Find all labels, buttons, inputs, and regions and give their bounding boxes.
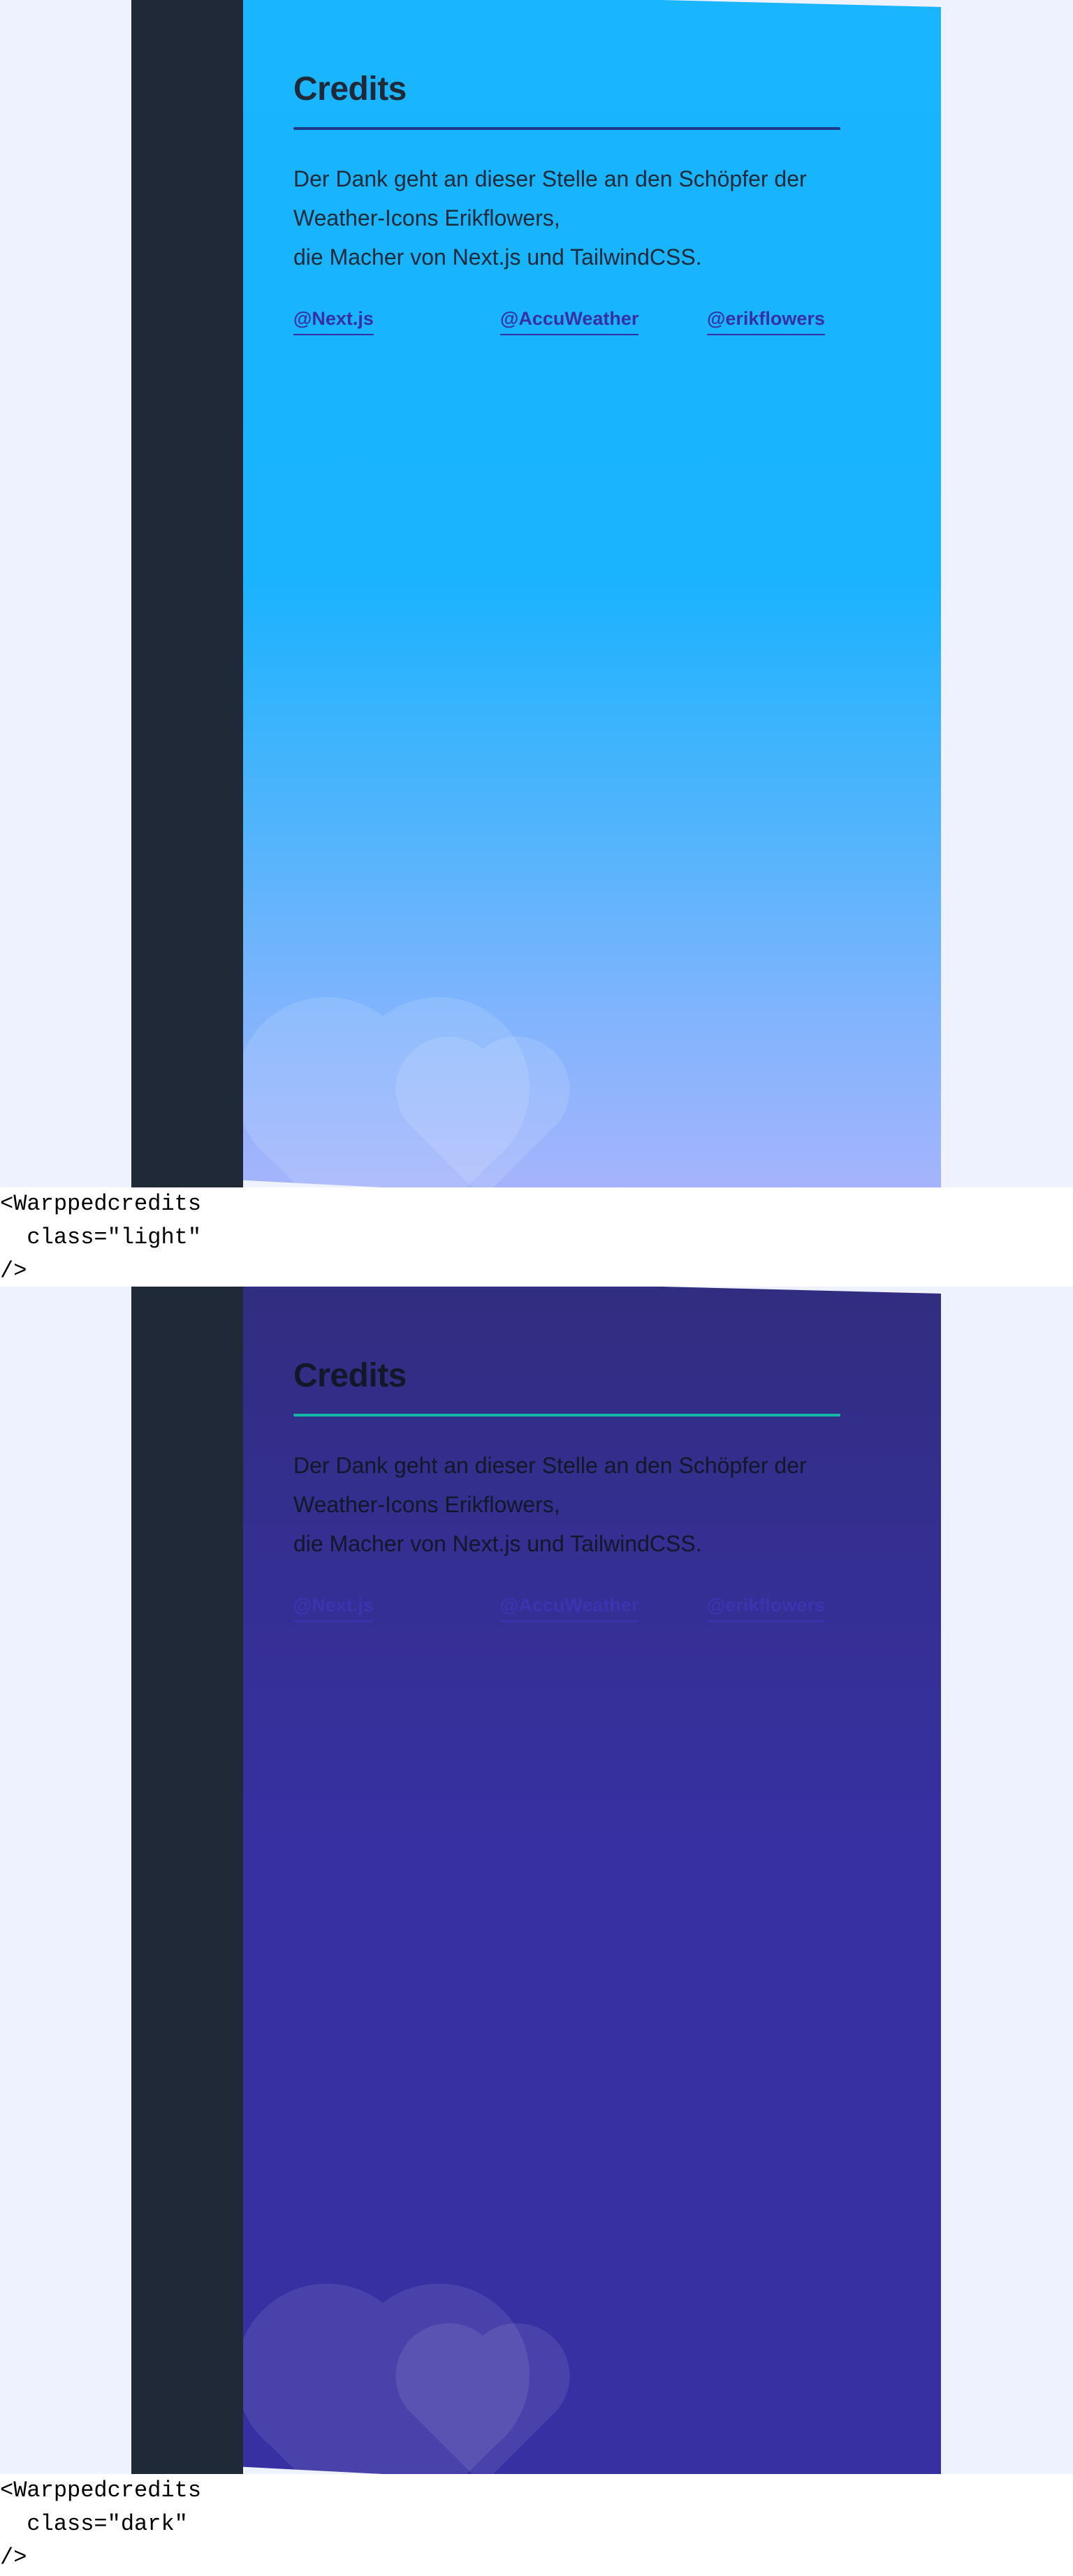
credits-title: Credits (293, 1357, 407, 1394)
link-erikflowers[interactable]: @erikflowers (707, 305, 825, 335)
code-snippet-dark: <Warppedcredits class="dark" /> (0, 2474, 1073, 2573)
credits-card: Credits Der Dank geht an dieser Stelle a… (243, 1287, 941, 2474)
link-nextjs[interactable]: @Next.js (293, 305, 374, 335)
code-line: class="dark" (0, 2511, 188, 2537)
credits-title: Credits (293, 71, 407, 108)
code-line: /> (0, 2545, 27, 2570)
credits-links: @Next.js @AccuWeather @erikflowers (293, 305, 840, 338)
credits-preview-light: Credits Der Dank geht an dieser Stelle a… (0, 0, 1073, 1187)
credits-content: Credits Der Dank geht an dieser Stelle a… (293, 67, 840, 338)
link-erikflowers[interactable]: @erikflowers (707, 1591, 825, 1622)
link-nextjs[interactable]: @Next.js (293, 1591, 374, 1622)
credits-text-line: Weather-Icons Erikflowers, (293, 205, 560, 230)
credits-text: Der Dank geht an dieser Stelle an den Sc… (293, 1446, 840, 1563)
sidebar-strip (131, 0, 243, 1187)
credits-card: Credits Der Dank geht an dieser Stelle a… (243, 0, 941, 1187)
hearts-decoration (243, 2283, 570, 2474)
code-line: <Warppedcredits (0, 1191, 202, 1217)
credits-text-line: Der Dank geht an dieser Stelle an den Sc… (293, 1453, 807, 1478)
link-accuweather[interactable]: @AccuWeather (500, 1591, 639, 1622)
credits-text: Der Dank geht an dieser Stelle an den Sc… (293, 159, 840, 277)
hearts-decoration (243, 997, 570, 1187)
sidebar-strip (131, 1287, 243, 2474)
title-divider (293, 1414, 840, 1417)
code-line: <Warppedcredits (0, 2478, 202, 2503)
credits-text-line: Weather-Icons Erikflowers, (293, 1492, 560, 1517)
code-line: class="light" (0, 1224, 202, 1250)
credits-links: @Next.js @AccuWeather @erikflowers (293, 1591, 840, 1625)
credits-text-line: Der Dank geht an dieser Stelle an den Sc… (293, 166, 807, 191)
credits-text-line: die Macher von Next.js und TailwindCSS. (293, 244, 702, 270)
code-line: /> (0, 1258, 27, 1284)
credits-preview-dark: Credits Der Dank geht an dieser Stelle a… (0, 1287, 1073, 2474)
credits-content: Credits Der Dank geht an dieser Stelle a… (293, 1354, 840, 1625)
code-snippet-light: <Warppedcredits class="light" /> (0, 1187, 1073, 1287)
link-accuweather[interactable]: @AccuWeather (500, 305, 639, 335)
credits-text-line: die Macher von Next.js und TailwindCSS. (293, 1531, 702, 1556)
title-divider (293, 127, 840, 130)
